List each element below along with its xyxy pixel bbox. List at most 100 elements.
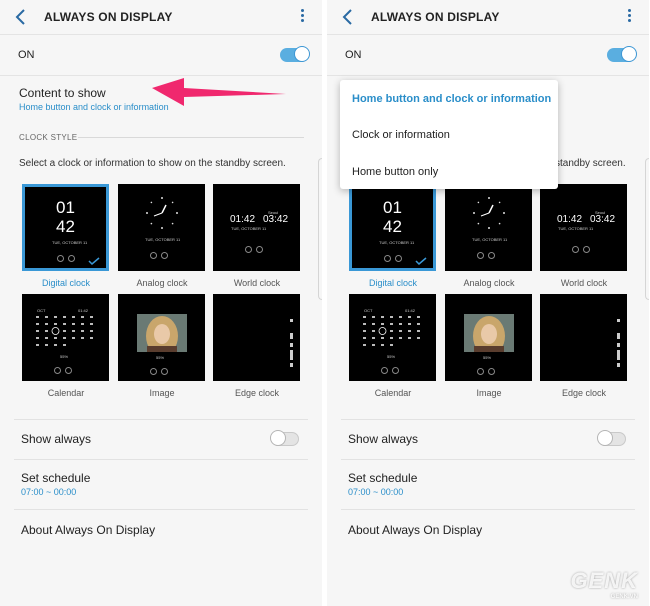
- divider: [14, 509, 308, 510]
- more-options-icon[interactable]: [298, 9, 306, 25]
- about-row[interactable]: About Always On Display: [21, 523, 155, 537]
- world-clock-thumb[interactable]: Seoul 01:42 03:42 TUE, OCTOBER 11: [540, 184, 627, 271]
- calendar-label: Calendar: [374, 388, 412, 398]
- about-row[interactable]: About Always On Display: [348, 523, 482, 537]
- digital-hour: 01: [56, 198, 75, 217]
- image-thumb[interactable]: 55%: [118, 294, 205, 381]
- image-thumb[interactable]: 55%: [445, 294, 532, 381]
- analog-clock-thumb[interactable]: TUE, OCTOBER 11: [118, 184, 205, 271]
- show-always-label: Show always: [21, 432, 92, 446]
- schedule-value: 07:00 ~ 00:00: [21, 487, 77, 497]
- calendar-grid-icon: [363, 316, 420, 346]
- portrait-photo-icon: [464, 314, 514, 352]
- world-time-a: 01:42: [557, 214, 583, 225]
- next-page-peek[interactable]: [645, 158, 649, 300]
- date-text: TUE, OCTOBER 11: [558, 226, 594, 231]
- analog-clock-label: Analog clock: [136, 278, 188, 288]
- analog-clock-label: Analog clock: [463, 278, 515, 288]
- more-options-icon[interactable]: [625, 9, 633, 25]
- digital-minute: 42: [383, 217, 402, 236]
- cal-month: OCT: [364, 308, 373, 313]
- next-page-peek[interactable]: [318, 158, 322, 300]
- shortcut-icons: [148, 362, 170, 375]
- shortcut-icons: [55, 249, 77, 262]
- edge-clock-strip-icon: [290, 319, 293, 367]
- portrait-photo-icon: [137, 314, 187, 352]
- page-title: ALWAYS ON DISPLAY: [371, 10, 500, 24]
- master-toggle[interactable]: [280, 46, 310, 62]
- world-clock-label: World clock: [233, 278, 281, 288]
- analog-clock-icon: [473, 197, 505, 229]
- image-label: Image: [149, 388, 175, 398]
- edge-clock-strip-icon: [617, 319, 620, 367]
- world-time-a: 01:42: [230, 214, 256, 225]
- world-clock-thumb[interactable]: Seoul 01:42 03:42 TUE, OCTOBER 11: [213, 184, 300, 271]
- calendar-thumb[interactable]: OCT 01:42 55%: [349, 294, 436, 381]
- show-always-toggle[interactable]: [597, 430, 626, 446]
- check-icon: [88, 257, 100, 265]
- clock-style-description-tail: standby screen.: [555, 158, 626, 169]
- date-text: TUE, OCTOBER 11: [472, 237, 508, 242]
- analog-clock-icon: [146, 197, 178, 229]
- edge-clock-label: Edge clock: [561, 388, 607, 398]
- battery-text: 55%: [156, 355, 165, 360]
- schedule-value: 07:00 ~ 00:00: [348, 487, 404, 497]
- section-divider: [78, 137, 304, 138]
- app-bar: ALWAYS ON DISPLAY: [0, 0, 322, 34]
- shortcut-icons: [570, 240, 592, 253]
- cal-time: 01:42: [78, 308, 89, 313]
- image-label: Image: [476, 388, 502, 398]
- battery-text: 55%: [483, 355, 492, 360]
- watermark-site: GENK.VN: [610, 594, 638, 600]
- page-title: ALWAYS ON DISPLAY: [44, 10, 173, 24]
- date-text: TUE, OCTOBER 11: [231, 226, 267, 231]
- calendar-label: Calendar: [47, 388, 85, 398]
- shortcut-icons: [243, 240, 265, 253]
- edge-clock-thumb[interactable]: [213, 294, 300, 381]
- show-always-toggle[interactable]: [270, 430, 299, 446]
- world-time-b: 03:42: [263, 214, 289, 225]
- clock-style-description: Select a clock or information to show on…: [19, 158, 286, 169]
- content-to-show-title: Content to show: [19, 86, 106, 100]
- option-home-button-only[interactable]: Home button only: [352, 166, 438, 178]
- cal-month: OCT: [37, 308, 46, 313]
- shortcut-icons: [475, 246, 497, 259]
- divider: [14, 419, 308, 420]
- on-label: ON: [18, 49, 35, 61]
- annotation-arrow-icon: [152, 78, 286, 106]
- digital-clock-label: Digital clock: [368, 278, 417, 288]
- back-arrow-icon[interactable]: [14, 8, 28, 26]
- clock-style-header: CLOCK STYLE: [19, 133, 78, 142]
- digital-clock-thumb[interactable]: 01 42 TUE, OCTOBER 11: [22, 184, 109, 271]
- master-toggle[interactable]: [607, 46, 637, 62]
- set-schedule-label: Set schedule: [21, 471, 91, 485]
- battery-text: 55%: [387, 354, 396, 359]
- date-text: TUE, OCTOBER 11: [52, 240, 88, 245]
- shortcut-icons: [382, 249, 404, 262]
- content-to-show-dropdown: Home button and clock or information Clo…: [340, 80, 558, 189]
- back-arrow-icon[interactable]: [341, 8, 355, 26]
- digital-clock-thumb[interactable]: 01 42 TUE, OCTOBER 11: [349, 184, 436, 271]
- master-switch-row[interactable]: ON: [327, 34, 649, 76]
- calendar-thumb[interactable]: OCT 01:42 55%: [22, 294, 109, 381]
- cal-time: 01:42: [405, 308, 416, 313]
- shortcut-icons: [475, 362, 497, 375]
- calendar-grid-icon: [36, 316, 93, 346]
- digital-minute: 42: [56, 217, 75, 236]
- option-home-button-and-clock[interactable]: Home button and clock or information: [352, 93, 551, 105]
- edge-clock-label: Edge clock: [234, 388, 280, 398]
- world-time-b: 03:42: [590, 214, 616, 225]
- digital-hour: 01: [383, 198, 402, 217]
- date-text: TUE, OCTOBER 11: [379, 240, 415, 245]
- shortcut-icons: [148, 246, 170, 259]
- check-icon: [415, 257, 427, 265]
- analog-clock-thumb[interactable]: TUE, OCTOBER 11: [445, 184, 532, 271]
- genk-watermark: GENK GENK.VN: [570, 568, 638, 600]
- content-to-show-value: Home button and clock or information: [19, 102, 169, 112]
- world-clock-label: World clock: [560, 278, 608, 288]
- shortcut-icons: [379, 361, 401, 374]
- option-clock-or-information[interactable]: Clock or information: [352, 129, 450, 141]
- edge-clock-thumb[interactable]: [540, 294, 627, 381]
- date-text: TUE, OCTOBER 11: [145, 237, 181, 242]
- on-label: ON: [345, 49, 362, 61]
